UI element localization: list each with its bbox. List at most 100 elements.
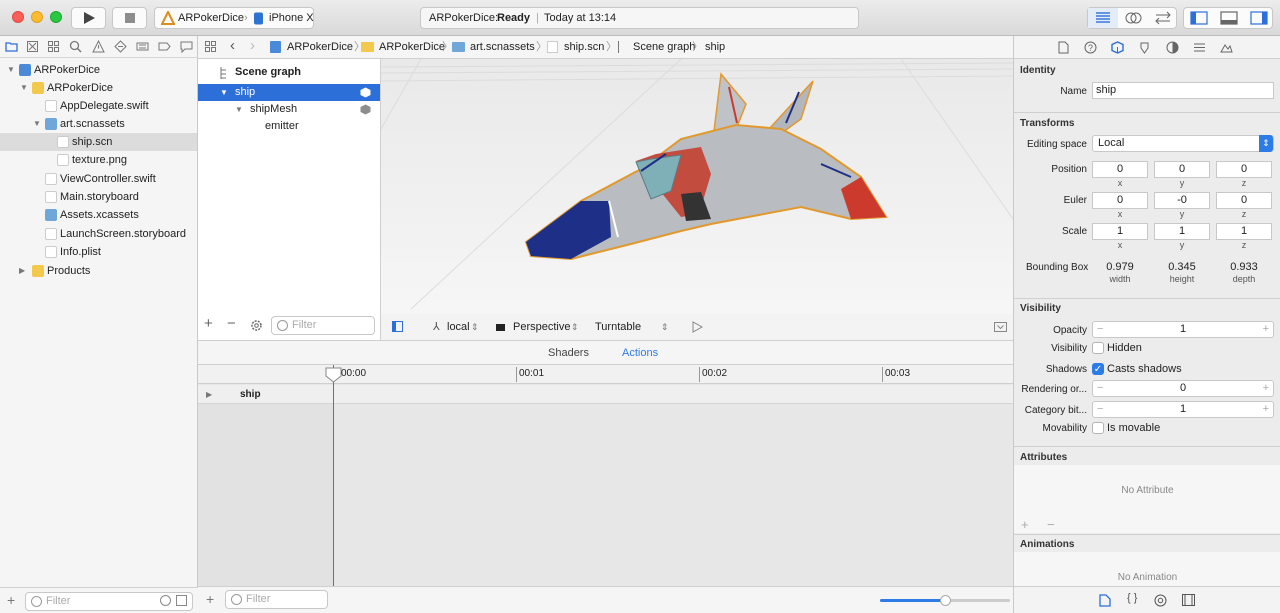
symbol-icon[interactable]: [47, 40, 60, 53]
rendering-order-stepper[interactable]: − 0 +: [1092, 380, 1274, 397]
physics-icon[interactable]: [1138, 41, 1151, 54]
play-icon[interactable]: [692, 321, 703, 333]
disclosure-open-icon[interactable]: ▼: [20, 79, 28, 97]
warning-icon[interactable]: [92, 40, 105, 53]
standard-editor-button[interactable]: [1088, 8, 1118, 28]
breadcrumb-scene-graph[interactable]: Scene graph: [633, 36, 695, 58]
nav-item-file[interactable]: Info.plist: [0, 243, 197, 261]
folder-icon[interactable]: [5, 40, 18, 53]
name-field[interactable]: ship: [1092, 82, 1274, 99]
category-bitmask-stepper[interactable]: − 1 +: [1092, 401, 1274, 418]
disclosure-open-icon[interactable]: ▼: [7, 61, 15, 79]
position-x-field[interactable]: 0: [1092, 161, 1148, 178]
assistant-editor-button[interactable]: [1118, 8, 1148, 28]
timeline-track[interactable]: ▶ ship: [198, 385, 1013, 404]
nav-item-file[interactable]: AppDelegate.swift: [0, 97, 197, 115]
breakpoint-icon[interactable]: [158, 40, 171, 53]
file-inspector-icon[interactable]: [1057, 41, 1070, 54]
nav-item-file[interactable]: Main.storyboard: [0, 188, 197, 206]
add-action-icon[interactable]: +: [206, 591, 214, 607]
action-timeline[interactable]: 00:00 00:01 00:02 00:03 ▶ ship: [198, 365, 1013, 586]
position-z-field[interactable]: 0: [1216, 161, 1272, 178]
debug-icon[interactable]: [136, 40, 149, 53]
scene-node-shipmesh[interactable]: ▼ shipMesh: [198, 101, 380, 118]
plus-icon[interactable]: +: [1263, 402, 1269, 417]
scale-x-field[interactable]: 1: [1092, 223, 1148, 240]
casts-shadows-checkbox[interactable]: ✓: [1092, 363, 1104, 375]
toggle-inspector-button[interactable]: [1244, 8, 1274, 28]
euler-y-field[interactable]: -0: [1154, 192, 1210, 209]
hidden-checkbox[interactable]: [1092, 342, 1104, 354]
add-attribute-icon[interactable]: +: [1021, 517, 1029, 532]
scene-node-ship-selected[interactable]: ▼ ship: [198, 84, 380, 101]
scheme-selector[interactable]: ARPokerDice › iPhone X: [154, 7, 314, 29]
movable-checkbox[interactable]: [1092, 422, 1104, 434]
transform-space-selector[interactable]: local: [447, 314, 470, 340]
disclosure-closed-icon[interactable]: ▶: [206, 385, 212, 404]
clock-icon[interactable]: [160, 595, 171, 606]
nav-item-file[interactable]: Assets.xcassets: [0, 206, 197, 224]
source-control-icon[interactable]: [26, 40, 39, 53]
search-icon[interactable]: [69, 40, 82, 53]
nav-item-group[interactable]: ▼ art.scnassets: [0, 115, 197, 133]
disclosure-open-icon[interactable]: ▼: [220, 84, 228, 101]
scene-filter-input[interactable]: Filter: [271, 316, 375, 335]
test-icon[interactable]: [114, 40, 127, 53]
scene-inspector-icon[interactable]: [1220, 41, 1233, 54]
related-items-icon[interactable]: [205, 41, 217, 53]
node-inspector-icon[interactable]: [1111, 41, 1124, 54]
add-icon[interactable]: +: [7, 592, 15, 608]
zoom-slider-knob[interactable]: [940, 595, 951, 606]
breadcrumb-project[interactable]: ARPokerDice: [287, 36, 353, 58]
nav-item-group[interactable]: ▼ ARPokerDice: [0, 79, 197, 97]
code-snippet-icon[interactable]: { }: [1127, 592, 1137, 604]
material-icon[interactable]: [1166, 41, 1179, 54]
nav-item-group[interactable]: ▶ Products: [0, 262, 197, 280]
opacity-stepper[interactable]: − 1 +: [1092, 321, 1274, 338]
playhead[interactable]: [333, 365, 334, 586]
run-button[interactable]: [71, 7, 106, 29]
object-library-icon[interactable]: [1154, 594, 1167, 607]
minimize-window-button[interactable]: [31, 11, 43, 23]
report-icon[interactable]: [180, 40, 193, 53]
attributes-icon[interactable]: [1193, 41, 1206, 54]
plus-icon[interactable]: +: [1263, 322, 1269, 337]
nav-item-file[interactable]: texture.png: [0, 151, 197, 169]
collapse-icon[interactable]: [994, 322, 1007, 332]
add-node-icon[interactable]: +: [204, 315, 213, 332]
editing-space-select[interactable]: Local ⇕: [1092, 135, 1274, 152]
nav-item-project[interactable]: ▼ ARPokerDice: [0, 61, 197, 79]
zoom-window-button[interactable]: [50, 11, 62, 23]
remove-attribute-icon[interactable]: −: [1047, 517, 1055, 532]
nav-item-file[interactable]: LaunchScreen.storyboard: [0, 225, 197, 243]
help-icon[interactable]: ?: [1084, 41, 1097, 54]
position-y-field[interactable]: 0: [1154, 161, 1210, 178]
scene-viewport[interactable]: [381, 59, 1013, 340]
back-chevron-icon[interactable]: ‹: [230, 35, 235, 57]
media-library-icon[interactable]: [1182, 594, 1195, 606]
close-window-button[interactable]: [12, 11, 24, 23]
scale-z-field[interactable]: 1: [1216, 223, 1272, 240]
forward-chevron-icon[interactable]: ›: [250, 35, 255, 57]
euler-x-field[interactable]: 0: [1092, 192, 1148, 209]
disclosure-closed-icon[interactable]: ▶: [19, 262, 25, 280]
breadcrumb-folder[interactable]: art.scnassets: [470, 36, 535, 58]
breadcrumb-file[interactable]: ship.scn: [564, 36, 604, 58]
scale-y-field[interactable]: 1: [1154, 223, 1210, 240]
tab-actions[interactable]: Actions: [622, 341, 658, 365]
remove-node-icon[interactable]: −: [227, 315, 236, 332]
breadcrumb-node[interactable]: ship: [705, 36, 725, 58]
file-template-icon[interactable]: [1099, 594, 1111, 607]
scene-graph-toggle-icon[interactable]: [392, 321, 403, 332]
tab-shaders[interactable]: Shaders: [548, 341, 589, 365]
nav-item-file[interactable]: ViewController.swift: [0, 170, 197, 188]
euler-z-field[interactable]: 0: [1216, 192, 1272, 209]
navigator-filter-input[interactable]: Filter: [25, 592, 193, 611]
disclosure-open-icon[interactable]: ▼: [235, 101, 243, 118]
timeline-zoom-slider[interactable]: [880, 595, 1010, 606]
version-editor-button[interactable]: [1148, 8, 1178, 28]
gear-icon[interactable]: [250, 319, 263, 332]
toggle-debug-area-button[interactable]: [1214, 8, 1244, 28]
scene-node-emitter[interactable]: emitter: [198, 118, 380, 135]
navigation-mode-selector[interactable]: Turntable: [595, 314, 641, 340]
